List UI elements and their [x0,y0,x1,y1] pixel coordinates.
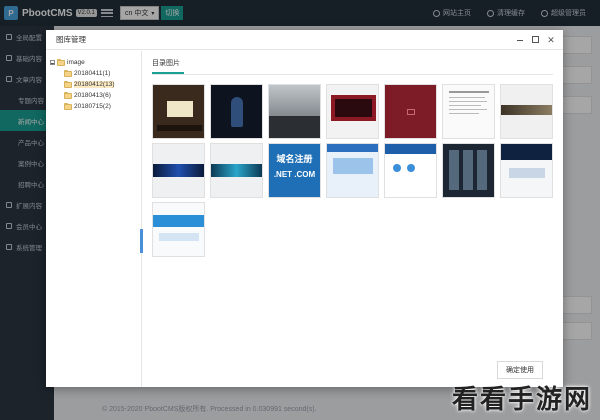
image-panel: 目录图片 .NET .COM 域名注册 [146,51,563,387]
image-thumbnail[interactable] [326,84,379,139]
modal-title: 图库管理 [56,35,86,44]
folder-icon [64,69,72,77]
folder-icon [64,91,72,99]
image-thumbnail[interactable] [384,84,437,139]
gallery-modal: 图库管理 ✕ image 20180411(1) 20180412(13) 2018… [46,30,563,387]
cyan-banner-thumbnail [211,144,262,197]
tree-folder-label: 20180412(13) [74,81,115,88]
image-thumbnail[interactable] [268,84,321,139]
image-thumbnail[interactable] [152,84,205,139]
image-thumbnail[interactable] [152,202,205,257]
tree-folder-label: 20180715(2) [74,103,111,110]
watermark: 看看手游网 [451,385,592,415]
image-thumbnail[interactable] [210,143,263,198]
folder-tree: image 20180411(1) 20180412(13) 20180413(6)… [46,51,143,387]
image-thumbnail[interactable] [442,84,495,139]
red-device-thumbnail [327,85,378,138]
image-thumbnail[interactable]: .NET .COM 域名注册 [268,143,321,198]
minimize-icon[interactable] [516,36,524,44]
modal-header: 图库管理 ✕ [46,30,563,50]
folder-icon [57,58,65,66]
tree-scroll-indicator[interactable] [140,229,143,253]
tree-root[interactable]: image [50,57,141,68]
maximize-icon[interactable] [532,36,539,43]
thumbnail-caption: 域名注册 [276,154,313,164]
presentation-slide-thumbnail [153,85,204,138]
image-thumbnail[interactable] [384,143,437,198]
tree-folder[interactable]: 20180413(6) [50,90,141,101]
dark-website-thumbnail [501,144,552,197]
tree-folder[interactable]: 20180412(13) [50,79,141,90]
collapse-icon[interactable] [50,60,55,65]
blue-banner-thumbnail [153,144,204,197]
close-icon[interactable]: ✕ [547,35,555,44]
landscape-strip-thumbnail [501,85,552,138]
city-skyline-thumbnail [269,85,320,138]
website-screenshot-thumbnail [327,144,378,197]
tree-folder[interactable]: 20180411(1) [50,68,141,79]
server-rack-thumbnail [443,144,494,197]
image-grid: .NET .COM 域名注册 [152,84,553,257]
tree-folder-label: 20180411(1) [74,70,111,77]
folder-icon [64,102,72,110]
browser-page-thumbnail [385,144,436,197]
image-thumbnail[interactable] [442,143,495,198]
image-thumbnail[interactable] [326,143,379,198]
document-page-thumbnail [443,85,494,138]
tree-folder[interactable]: 20180715(2) [50,101,141,112]
image-thumbnail[interactable] [500,143,553,198]
image-thumbnail[interactable] [500,84,553,139]
red-cover-thumbnail [385,85,436,138]
tab-directory-images[interactable]: 目录图片 [152,58,184,74]
image-thumbnail[interactable] [210,84,263,139]
image-thumbnail[interactable] [152,143,205,198]
confirm-use-button[interactable]: 确定使用 [497,361,543,379]
folder-icon [64,80,72,88]
web-template-thumbnail [153,203,204,256]
tree-root-label: image [67,59,85,66]
tree-folder-label: 20180413(6) [74,92,111,99]
dark-portrait-thumbnail [211,85,262,138]
domain-register-thumbnail: .NET .COM 域名注册 [269,144,320,197]
